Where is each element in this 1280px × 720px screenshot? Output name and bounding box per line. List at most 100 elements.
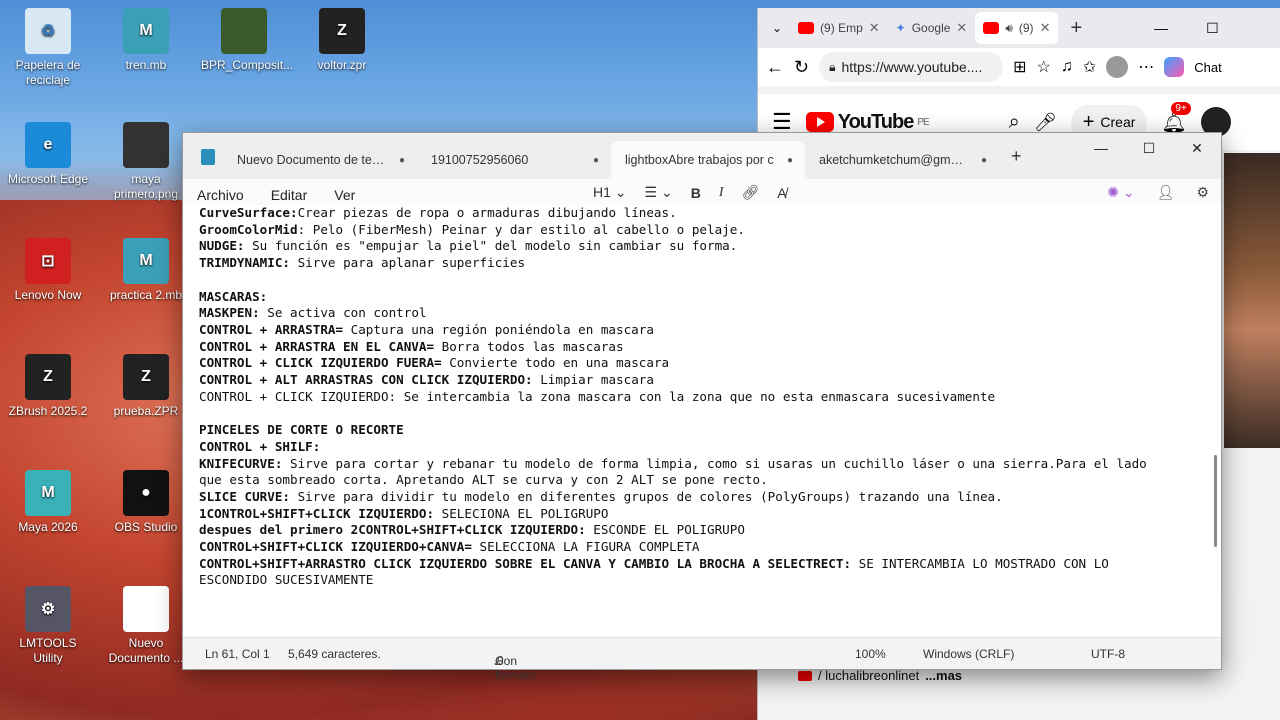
- zbrush-icon: Z: [25, 354, 71, 400]
- desktop-icon[interactable]: e Microsoft Edge: [5, 122, 91, 187]
- desktop-icon-label: OBS Studio: [114, 520, 178, 534]
- tab-list-chevron-icon[interactable]: ⌄: [764, 21, 790, 35]
- edge-icon: e: [25, 122, 71, 168]
- text-segment: SELECCIONA LA FIGURA COMPLETA: [471, 539, 700, 555]
- maximize-icon[interactable]: ☐: [1125, 133, 1173, 163]
- desktop-icon[interactable]: Mtren.mb: [103, 8, 189, 73]
- bold-text: CONTROL + ARRASTRA=: [199, 321, 344, 337]
- unsaved-dot-icon[interactable]: ●: [981, 155, 987, 166]
- copilot-icon[interactable]: [1164, 57, 1185, 77]
- italic-icon[interactable]: I: [719, 185, 724, 201]
- unsaved-dot-icon[interactable]: ●: [787, 155, 793, 166]
- heading-label: H1: [593, 184, 611, 200]
- image-thumbnail-icon: [123, 122, 169, 168]
- text-line: GroomColorMid: Pelo (FiberMesh) Peinar y…: [199, 222, 1205, 239]
- encoding[interactable]: UTF-8: [1091, 647, 1125, 661]
- desktop-icon[interactable]: ● OBS Studio: [103, 470, 189, 535]
- chat-label[interactable]: Chat: [1194, 60, 1221, 75]
- zoom-level[interactable]: 100%: [855, 647, 886, 661]
- text-editor[interactable]: CurveSurface:Crear piezas de ropa o arma…: [183, 205, 1221, 637]
- menu-archivo[interactable]: Archivo: [197, 187, 244, 203]
- minimize-icon[interactable]: —: [1154, 20, 1168, 36]
- maya-file-icon: M: [123, 8, 169, 54]
- video-player[interactable]: [1224, 153, 1280, 448]
- desktop-icon[interactable]: Zprueba.ZPR: [103, 354, 189, 419]
- notepad-tab-active[interactable]: lightboxAbre trabajos por c ●: [611, 141, 805, 179]
- back-icon[interactable]: ←: [766, 57, 784, 78]
- youtube-logo[interactable]: YouTube PE: [805, 110, 930, 134]
- bold-icon[interactable]: B: [691, 185, 701, 201]
- refresh-icon[interactable]: ↻: [794, 57, 809, 78]
- maximize-icon[interactable]: ☐: [1206, 20, 1219, 37]
- link-icon[interactable]: 🔗︎: [742, 184, 760, 201]
- speaker-icon[interactable]: 🔊︎: [1005, 21, 1013, 36]
- text-segment: ESCONDE EL POLIGRUPO: [585, 522, 745, 538]
- minimize-icon[interactable]: —: [1077, 133, 1125, 163]
- bold-text: SLICE CURVE:: [199, 488, 290, 504]
- favorite-star-icon[interactable]: ☆: [1037, 57, 1051, 77]
- text-line: CONTROL + ALT ARRASTRAS CON CLICK IZQUIE…: [199, 372, 1205, 389]
- microphone-icon[interactable]: 🎤︎: [1034, 112, 1057, 133]
- menu-editar[interactable]: Editar: [271, 187, 308, 203]
- media-icon[interactable]: ♫: [1061, 58, 1073, 76]
- heading-dropdown[interactable]: H1 ⌄: [593, 184, 627, 201]
- new-tab-icon[interactable]: +: [1011, 146, 1022, 167]
- desktop-icon-label: BPR_Composit...: [201, 58, 294, 72]
- browser-tab[interactable]: (9) Emp ✕: [790, 12, 888, 44]
- desktop-icon[interactable]: maya primero.png: [103, 122, 189, 202]
- tab-label: (9): [1018, 21, 1034, 35]
- gemini-favicon-icon: ✦: [895, 21, 906, 35]
- account-icon[interactable]: 👤︎: [1157, 184, 1175, 201]
- desktop-icon[interactable]: Z ZBrush 2025.2: [5, 354, 91, 419]
- menu-ver[interactable]: Ver: [334, 187, 355, 203]
- close-icon[interactable]: ✕: [869, 20, 880, 36]
- close-icon[interactable]: ✕: [1040, 20, 1051, 36]
- more-link[interactable]: ...mas: [925, 668, 962, 683]
- tab-label: 19100752956060: [431, 153, 529, 167]
- app-icon[interactable]: ⊞: [1013, 57, 1026, 77]
- settings-gear-icon[interactable]: ⚙: [1196, 184, 1209, 201]
- youtube-favicon-icon: [983, 22, 1000, 34]
- plus-icon: +: [1082, 110, 1095, 133]
- line-ending[interactable]: Windows (CRLF): [923, 647, 1014, 661]
- close-icon[interactable]: ✕: [956, 20, 967, 36]
- clear-format-icon[interactable]: A̸: [777, 185, 786, 201]
- browser-tab-active[interactable]: 🔊︎ (9) ✕: [975, 12, 1059, 44]
- notepad-tabs: Nuevo Documento de texto ● 19100752956060 ●…: [223, 141, 999, 179]
- logo-text: YouTube: [837, 110, 915, 133]
- notepad-tab[interactable]: 19100752956060 ●: [417, 141, 611, 179]
- text-line: MASKPEN: Se activa con control: [199, 305, 1205, 322]
- unsaved-dot-icon[interactable]: ●: [593, 155, 599, 166]
- list-dropdown-icon[interactable]: ☰ ⌄: [645, 184, 673, 201]
- text-segment: Crear piezas de ropa o armaduras dibujan…: [297, 205, 677, 220]
- right-tools: ✺ ⌄ 👤︎ ⚙: [1107, 184, 1209, 201]
- more-icon[interactable]: ⋯: [1138, 57, 1154, 77]
- desktop-icon-label: Nuevo Documento ...: [108, 636, 184, 665]
- desktop-icon[interactable]: Nuevo Documento ...: [103, 586, 189, 666]
- close-icon[interactable]: ✕: [1173, 133, 1221, 163]
- desktop-icon[interactable]: M Maya 2026: [5, 470, 91, 535]
- notifications-button[interactable]: 🔔︎ 9+: [1161, 101, 1191, 135]
- desktop-icon[interactable]: ♻ Papelera de reciclaje: [5, 8, 91, 88]
- profile-avatar[interactable]: [1106, 56, 1129, 78]
- desktop-icon-label: tren.mb: [125, 58, 167, 72]
- copilot-icon[interactable]: ✺ ⌄: [1107, 184, 1134, 201]
- site-info-icon[interactable]: 🔒︎: [829, 60, 835, 75]
- desktop-icon[interactable]: BPR_Composit...: [201, 8, 294, 73]
- desktop-icon[interactable]: ⊡ Lenovo Now: [5, 238, 91, 303]
- notepad-tab[interactable]: Nuevo Documento de texto ●: [223, 141, 417, 179]
- notepad-tab[interactable]: aketchumketchum@gmail.c ●: [805, 141, 999, 179]
- desktop-icon[interactable]: Mpractica 2.mb: [103, 238, 189, 303]
- status-bar: Ln 61, Col 1 5,649 caracteres. Ꭿ Con for…: [183, 637, 1221, 682]
- search-icon[interactable]: ⌕: [1009, 111, 1020, 134]
- browser-tab[interactable]: ✦ Google ✕: [888, 12, 976, 44]
- channel-link[interactable]: / luchalibreonlinet ...mas: [798, 668, 962, 683]
- scrollbar[interactable]: [1214, 455, 1217, 547]
- desktop-icon[interactable]: ⚙ LMTOOLS Utility: [5, 586, 91, 666]
- unsaved-dot-icon[interactable]: ●: [399, 155, 405, 166]
- desktop-icon[interactable]: Zvoltor.zpr: [299, 8, 385, 73]
- new-tab-icon[interactable]: +: [1058, 17, 1094, 40]
- address-bar[interactable]: 🔒︎ https://www.youtube....: [819, 52, 1004, 82]
- tab-label: (9) Emp: [820, 21, 863, 35]
- favorites-icon[interactable]: ✩: [1083, 57, 1096, 77]
